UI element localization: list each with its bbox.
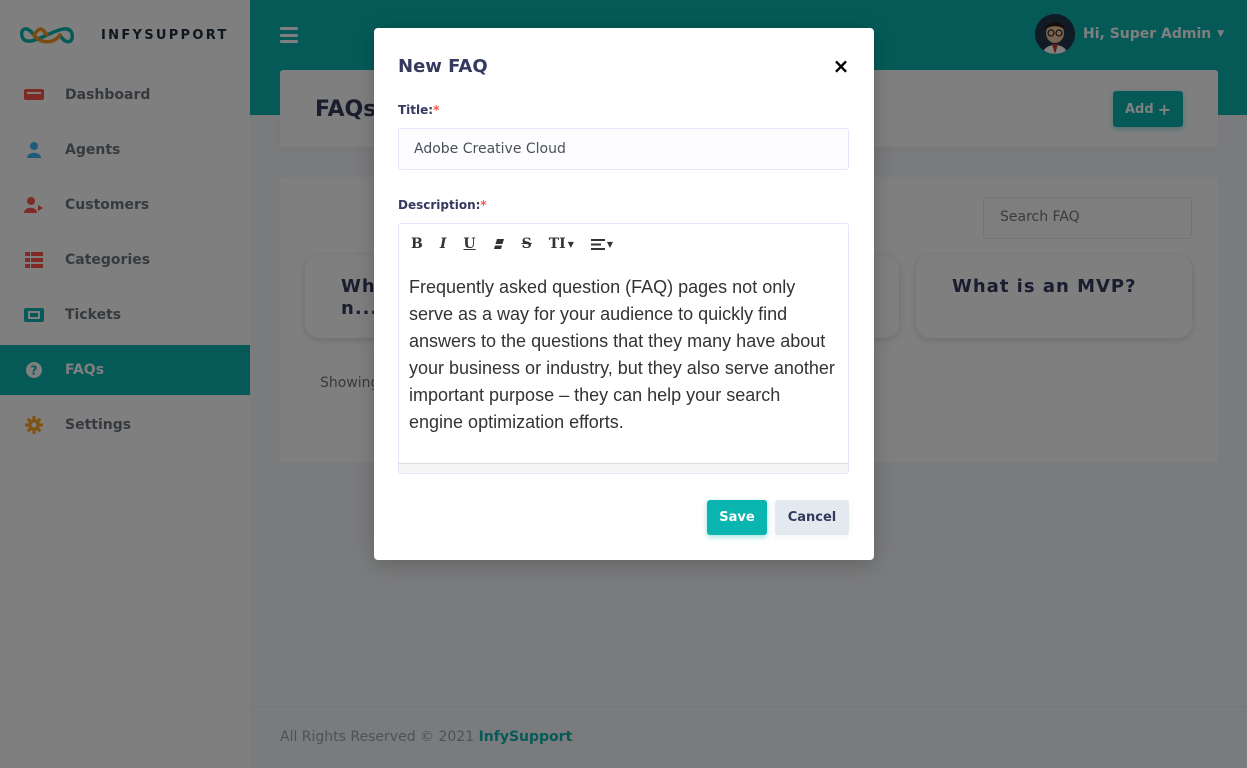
title-label-text: Title: (398, 103, 434, 117)
eraser-icon[interactable] (493, 238, 505, 250)
bold-button[interactable]: B (411, 236, 423, 252)
font-size-dropdown[interactable]: TI ▼ (549, 236, 574, 252)
italic-button[interactable]: I (440, 236, 447, 252)
underline-button[interactable]: U (463, 236, 475, 252)
close-icon[interactable]: × (832, 54, 850, 78)
editor-toolbar: B I U S TI ▼ ▼ (399, 224, 848, 264)
align-icon (590, 238, 605, 250)
font-size-label: TI (548, 236, 566, 252)
title-input[interactable]: Adobe Creative Cloud (398, 128, 849, 170)
title-label: Title:* (398, 103, 439, 117)
caret-down-icon: ▼ (606, 239, 614, 249)
align-dropdown[interactable]: ▼ (590, 238, 614, 250)
description-label-text: Description: (398, 198, 481, 212)
required-asterisk: * (480, 198, 487, 212)
cancel-button[interactable]: Cancel (775, 500, 849, 535)
save-button[interactable]: Save (707, 500, 767, 535)
description-label: Description:* (398, 198, 487, 212)
new-faq-modal: New FAQ × Title:* Adobe Creative Cloud D… (374, 28, 874, 560)
strikethrough-button[interactable]: S (522, 236, 532, 252)
modal-title: New FAQ (398, 56, 488, 77)
required-asterisk: * (433, 103, 440, 117)
description-text[interactable]: Frequently asked question (FAQ) pages no… (399, 264, 848, 436)
description-editor[interactable]: B I U S TI ▼ ▼ Frequently asked question … (398, 223, 849, 474)
editor-statusbar[interactable] (399, 463, 848, 473)
caret-down-icon: ▼ (567, 239, 574, 249)
